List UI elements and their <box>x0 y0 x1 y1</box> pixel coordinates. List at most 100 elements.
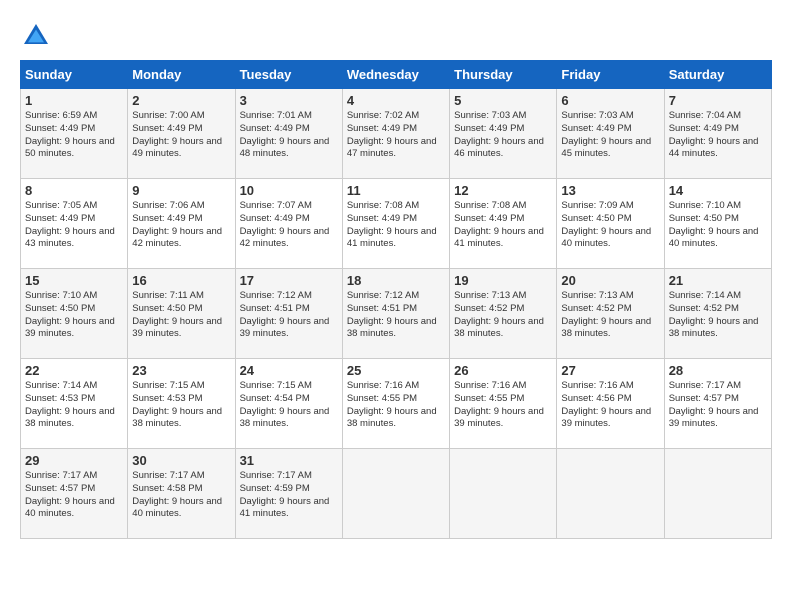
day-info: Sunrise: 7:08 AMSunset: 4:49 PMDaylight:… <box>347 200 445 251</box>
day-number: 28 <box>669 363 767 378</box>
week-row-3: 15 Sunrise: 7:10 AMSunset: 4:50 PMDaylig… <box>21 269 772 359</box>
day-info: Sunrise: 7:14 AMSunset: 4:52 PMDaylight:… <box>669 290 767 341</box>
day-number: 24 <box>240 363 338 378</box>
day-info: Sunrise: 7:06 AMSunset: 4:49 PMDaylight:… <box>132 200 230 251</box>
day-number: 4 <box>347 93 445 108</box>
day-info: Sunrise: 7:01 AMSunset: 4:49 PMDaylight:… <box>240 110 338 161</box>
calendar-cell: 16 Sunrise: 7:11 AMSunset: 4:50 PMDaylig… <box>128 269 235 359</box>
calendar-cell: 29 Sunrise: 7:17 AMSunset: 4:57 PMDaylig… <box>21 449 128 539</box>
calendar-cell: 24 Sunrise: 7:15 AMSunset: 4:54 PMDaylig… <box>235 359 342 449</box>
weekday-header-sunday: Sunday <box>21 61 128 89</box>
calendar-cell: 27 Sunrise: 7:16 AMSunset: 4:56 PMDaylig… <box>557 359 664 449</box>
day-number: 23 <box>132 363 230 378</box>
day-number: 9 <box>132 183 230 198</box>
day-number: 3 <box>240 93 338 108</box>
day-info: Sunrise: 7:04 AMSunset: 4:49 PMDaylight:… <box>669 110 767 161</box>
calendar-cell: 23 Sunrise: 7:15 AMSunset: 4:53 PMDaylig… <box>128 359 235 449</box>
day-info: Sunrise: 7:07 AMSunset: 4:49 PMDaylight:… <box>240 200 338 251</box>
day-info: Sunrise: 7:15 AMSunset: 4:54 PMDaylight:… <box>240 380 338 431</box>
calendar-cell: 7 Sunrise: 7:04 AMSunset: 4:49 PMDayligh… <box>664 89 771 179</box>
calendar-cell: 10 Sunrise: 7:07 AMSunset: 4:49 PMDaylig… <box>235 179 342 269</box>
calendar-cell: 19 Sunrise: 7:13 AMSunset: 4:52 PMDaylig… <box>450 269 557 359</box>
page-header <box>20 20 772 52</box>
calendar-cell: 20 Sunrise: 7:13 AMSunset: 4:52 PMDaylig… <box>557 269 664 359</box>
calendar-cell: 15 Sunrise: 7:10 AMSunset: 4:50 PMDaylig… <box>21 269 128 359</box>
week-row-1: 1 Sunrise: 6:59 AMSunset: 4:49 PMDayligh… <box>21 89 772 179</box>
day-number: 21 <box>669 273 767 288</box>
weekday-header-monday: Monday <box>128 61 235 89</box>
logo <box>20 20 56 52</box>
day-info: Sunrise: 7:17 AMSunset: 4:57 PMDaylight:… <box>669 380 767 431</box>
week-row-5: 29 Sunrise: 7:17 AMSunset: 4:57 PMDaylig… <box>21 449 772 539</box>
calendar-cell: 25 Sunrise: 7:16 AMSunset: 4:55 PMDaylig… <box>342 359 449 449</box>
day-number: 20 <box>561 273 659 288</box>
calendar-cell: 21 Sunrise: 7:14 AMSunset: 4:52 PMDaylig… <box>664 269 771 359</box>
calendar-cell: 14 Sunrise: 7:10 AMSunset: 4:50 PMDaylig… <box>664 179 771 269</box>
day-info: Sunrise: 7:10 AMSunset: 4:50 PMDaylight:… <box>25 290 123 341</box>
day-info: Sunrise: 7:02 AMSunset: 4:49 PMDaylight:… <box>347 110 445 161</box>
day-info: Sunrise: 7:03 AMSunset: 4:49 PMDaylight:… <box>454 110 552 161</box>
calendar-cell: 12 Sunrise: 7:08 AMSunset: 4:49 PMDaylig… <box>450 179 557 269</box>
calendar-cell: 17 Sunrise: 7:12 AMSunset: 4:51 PMDaylig… <box>235 269 342 359</box>
day-number: 29 <box>25 453 123 468</box>
day-number: 16 <box>132 273 230 288</box>
day-number: 18 <box>347 273 445 288</box>
day-number: 11 <box>347 183 445 198</box>
day-number: 19 <box>454 273 552 288</box>
day-info: Sunrise: 7:10 AMSunset: 4:50 PMDaylight:… <box>669 200 767 251</box>
calendar-cell: 9 Sunrise: 7:06 AMSunset: 4:49 PMDayligh… <box>128 179 235 269</box>
calendar-cell <box>664 449 771 539</box>
day-info: Sunrise: 7:05 AMSunset: 4:49 PMDaylight:… <box>25 200 123 251</box>
day-info: Sunrise: 7:17 AMSunset: 4:58 PMDaylight:… <box>132 470 230 521</box>
day-number: 12 <box>454 183 552 198</box>
calendar-cell: 3 Sunrise: 7:01 AMSunset: 4:49 PMDayligh… <box>235 89 342 179</box>
day-number: 10 <box>240 183 338 198</box>
day-number: 30 <box>132 453 230 468</box>
day-number: 31 <box>240 453 338 468</box>
weekday-header-row: SundayMondayTuesdayWednesdayThursdayFrid… <box>21 61 772 89</box>
calendar-cell: 8 Sunrise: 7:05 AMSunset: 4:49 PMDayligh… <box>21 179 128 269</box>
weekday-header-thursday: Thursday <box>450 61 557 89</box>
calendar-cell <box>342 449 449 539</box>
day-number: 8 <box>25 183 123 198</box>
day-number: 25 <box>347 363 445 378</box>
day-info: Sunrise: 7:16 AMSunset: 4:56 PMDaylight:… <box>561 380 659 431</box>
day-number: 2 <box>132 93 230 108</box>
weekday-header-saturday: Saturday <box>664 61 771 89</box>
day-number: 22 <box>25 363 123 378</box>
weekday-header-tuesday: Tuesday <box>235 61 342 89</box>
day-info: Sunrise: 7:11 AMSunset: 4:50 PMDaylight:… <box>132 290 230 341</box>
calendar-cell: 28 Sunrise: 7:17 AMSunset: 4:57 PMDaylig… <box>664 359 771 449</box>
day-number: 17 <box>240 273 338 288</box>
weekday-header-wednesday: Wednesday <box>342 61 449 89</box>
day-number: 7 <box>669 93 767 108</box>
day-info: Sunrise: 7:14 AMSunset: 4:53 PMDaylight:… <box>25 380 123 431</box>
day-info: Sunrise: 7:00 AMSunset: 4:49 PMDaylight:… <box>132 110 230 161</box>
day-number: 5 <box>454 93 552 108</box>
day-info: Sunrise: 7:17 AMSunset: 4:59 PMDaylight:… <box>240 470 338 521</box>
calendar-cell: 5 Sunrise: 7:03 AMSunset: 4:49 PMDayligh… <box>450 89 557 179</box>
day-number: 13 <box>561 183 659 198</box>
day-info: Sunrise: 7:16 AMSunset: 4:55 PMDaylight:… <box>454 380 552 431</box>
day-number: 6 <box>561 93 659 108</box>
calendar-cell <box>450 449 557 539</box>
day-number: 26 <box>454 363 552 378</box>
calendar-cell: 13 Sunrise: 7:09 AMSunset: 4:50 PMDaylig… <box>557 179 664 269</box>
calendar-cell: 6 Sunrise: 7:03 AMSunset: 4:49 PMDayligh… <box>557 89 664 179</box>
day-info: Sunrise: 6:59 AMSunset: 4:49 PMDaylight:… <box>25 110 123 161</box>
day-number: 15 <box>25 273 123 288</box>
calendar-cell: 11 Sunrise: 7:08 AMSunset: 4:49 PMDaylig… <box>342 179 449 269</box>
calendar-cell: 30 Sunrise: 7:17 AMSunset: 4:58 PMDaylig… <box>128 449 235 539</box>
calendar-cell: 4 Sunrise: 7:02 AMSunset: 4:49 PMDayligh… <box>342 89 449 179</box>
week-row-2: 8 Sunrise: 7:05 AMSunset: 4:49 PMDayligh… <box>21 179 772 269</box>
day-info: Sunrise: 7:03 AMSunset: 4:49 PMDaylight:… <box>561 110 659 161</box>
calendar-cell: 2 Sunrise: 7:00 AMSunset: 4:49 PMDayligh… <box>128 89 235 179</box>
day-info: Sunrise: 7:08 AMSunset: 4:49 PMDaylight:… <box>454 200 552 251</box>
day-info: Sunrise: 7:12 AMSunset: 4:51 PMDaylight:… <box>240 290 338 341</box>
day-info: Sunrise: 7:17 AMSunset: 4:57 PMDaylight:… <box>25 470 123 521</box>
day-number: 27 <box>561 363 659 378</box>
day-info: Sunrise: 7:13 AMSunset: 4:52 PMDaylight:… <box>561 290 659 341</box>
week-row-4: 22 Sunrise: 7:14 AMSunset: 4:53 PMDaylig… <box>21 359 772 449</box>
calendar-cell: 31 Sunrise: 7:17 AMSunset: 4:59 PMDaylig… <box>235 449 342 539</box>
day-info: Sunrise: 7:09 AMSunset: 4:50 PMDaylight:… <box>561 200 659 251</box>
